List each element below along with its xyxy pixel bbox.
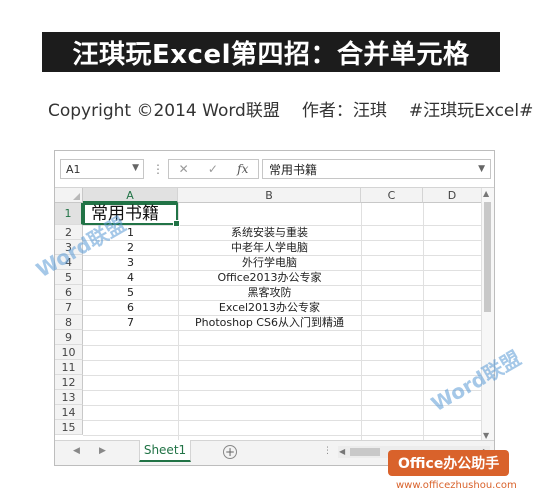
gridline bbox=[83, 345, 494, 346]
gridline bbox=[83, 420, 494, 421]
copyright-text: Copyright ©2014 Word联盟 bbox=[48, 100, 280, 121]
row-header-14[interactable]: 14 bbox=[55, 405, 83, 420]
site-url: www.officezhushou.com bbox=[396, 480, 517, 491]
gridline bbox=[83, 375, 494, 376]
select-all-button[interactable] bbox=[55, 188, 83, 203]
cell-a8[interactable]: 7 bbox=[83, 315, 178, 330]
more-sheets-icon[interactable]: ⋮ bbox=[323, 446, 332, 456]
add-sheet-icon[interactable]: + bbox=[223, 445, 237, 459]
more-options-icon[interactable]: ⋮ bbox=[152, 162, 164, 176]
column-header-d[interactable]: D bbox=[423, 188, 482, 203]
row-header-1[interactable]: 1 bbox=[55, 203, 83, 225]
expand-formula-icon[interactable]: ▼ bbox=[478, 164, 485, 174]
cell-b2[interactable]: 系统安装与重装 bbox=[178, 225, 361, 240]
name-box-value: A1 bbox=[66, 162, 81, 176]
credits-line: Copyright ©2014 Word联盟 作者：汪琪 #汪琪玩Excel# bbox=[48, 96, 534, 121]
chevron-down-icon[interactable]: ▼ bbox=[132, 163, 139, 173]
cell-b7[interactable]: Excel2013办公专家 bbox=[178, 300, 361, 315]
cell-a7[interactable]: 6 bbox=[83, 300, 178, 315]
author-text: 作者：汪琪 bbox=[301, 100, 387, 121]
scroll-down-icon[interactable]: ▼ bbox=[483, 431, 489, 440]
formula-input[interactable]: 常用书籍 ▼ bbox=[262, 159, 491, 179]
excel-window: A1 ▼ ⋮ ✕ ✓ fx 常用书籍 ▼ A B C D 1 2 3 4 5 6… bbox=[54, 150, 495, 466]
prev-sheet-icon[interactable]: ◀ bbox=[73, 446, 80, 456]
gridline bbox=[83, 360, 494, 361]
sheet-tab-sheet1[interactable]: Sheet1 bbox=[139, 440, 191, 462]
column-header-a[interactable]: A bbox=[83, 188, 178, 203]
column-header-c[interactable]: C bbox=[361, 188, 423, 203]
cell-b4[interactable]: 外行学电脑 bbox=[178, 255, 361, 270]
row-header-6[interactable]: 6 bbox=[55, 285, 83, 300]
row-header-13[interactable]: 13 bbox=[55, 390, 83, 405]
gridline bbox=[83, 330, 494, 331]
name-box[interactable]: A1 ▼ bbox=[60, 159, 144, 179]
scroll-left-icon[interactable]: ◀ bbox=[339, 447, 345, 456]
formula-value: 常用书籍 bbox=[269, 162, 318, 177]
row-header-11[interactable]: 11 bbox=[55, 360, 83, 375]
cell-b6[interactable]: 黑客攻防 bbox=[178, 285, 361, 300]
cell-a4[interactable]: 3 bbox=[83, 255, 178, 270]
scroll-thumb[interactable] bbox=[484, 202, 491, 312]
hscroll-thumb[interactable] bbox=[350, 448, 380, 456]
cancel-icon[interactable]: ✕ bbox=[179, 162, 189, 176]
page-title: 汪琪玩Excel第四招：合并单元格 bbox=[42, 32, 500, 72]
row-header-12[interactable]: 12 bbox=[55, 375, 83, 390]
vertical-scrollbar[interactable]: ▲ ▼ bbox=[481, 188, 494, 441]
cell-a5[interactable]: 4 bbox=[83, 270, 178, 285]
row-header-8[interactable]: 8 bbox=[55, 315, 83, 330]
next-sheet-icon[interactable]: ▶ bbox=[99, 446, 106, 456]
cell-b5[interactable]: Office2013办公专家 bbox=[178, 270, 361, 285]
gridline bbox=[83, 435, 494, 436]
row-header-10[interactable]: 10 bbox=[55, 345, 83, 360]
formula-bar: A1 ▼ ⋮ ✕ ✓ fx 常用书籍 ▼ bbox=[55, 151, 494, 188]
row-header-9[interactable]: 9 bbox=[55, 330, 83, 345]
hashtag-text: #汪琪玩Excel# bbox=[408, 100, 534, 121]
formula-buttons: ✕ ✓ fx bbox=[168, 159, 259, 179]
cell-b8[interactable]: Photoshop CS6从入门到精通 bbox=[178, 315, 361, 330]
confirm-icon[interactable]: ✓ bbox=[208, 162, 218, 176]
cell-a6[interactable]: 5 bbox=[83, 285, 178, 300]
insert-function-icon[interactable]: fx bbox=[237, 162, 248, 176]
column-header-b[interactable]: B bbox=[178, 188, 361, 203]
row-header-15[interactable]: 15 bbox=[55, 420, 83, 435]
scroll-up-icon[interactable]: ▲ bbox=[483, 189, 489, 198]
row-header-7[interactable]: 7 bbox=[55, 300, 83, 315]
cell-b3[interactable]: 中老年人学电脑 bbox=[178, 240, 361, 255]
brand-badge: Office办公助手 bbox=[388, 450, 510, 476]
